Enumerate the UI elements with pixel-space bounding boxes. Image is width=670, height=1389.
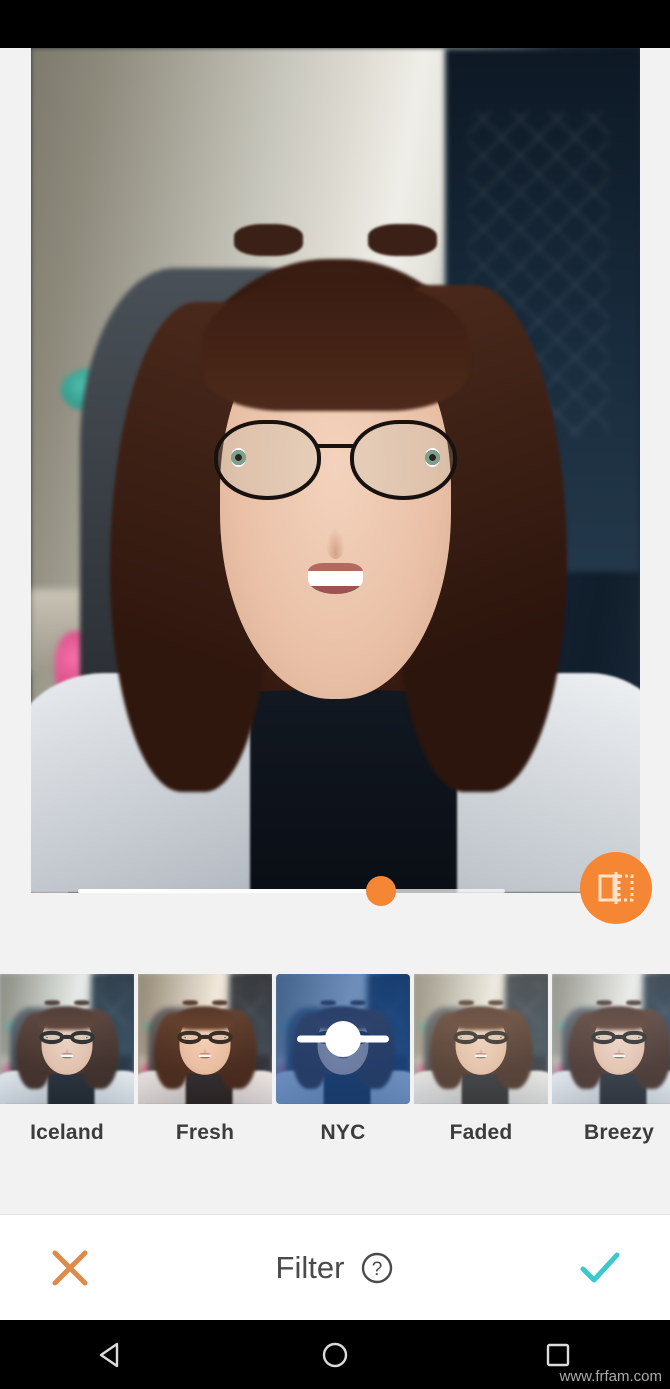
edited-photo[interactable] bbox=[31, 48, 640, 893]
svg-text:?: ? bbox=[372, 1259, 383, 1280]
filter-label: Fresh bbox=[175, 1121, 235, 1144]
photo-canvas bbox=[0, 48, 670, 924]
filter-thumbnail-selected[interactable] bbox=[276, 974, 410, 1104]
confirm-check-icon bbox=[580, 1252, 620, 1282]
help-button[interactable]: ? bbox=[360, 1251, 394, 1285]
filter-label: NYC bbox=[320, 1121, 366, 1144]
android-nav-bar: www.frfam.com bbox=[0, 1320, 670, 1389]
cancel-button[interactable] bbox=[0, 1245, 140, 1291]
compare-before-after-button[interactable] bbox=[580, 852, 652, 924]
filter-thumbnail[interactable] bbox=[414, 974, 548, 1104]
nav-back-button[interactable] bbox=[0, 1338, 223, 1372]
home-circle-icon bbox=[322, 1342, 348, 1367]
action-bar: Filter ? bbox=[0, 1214, 670, 1320]
mini-slider-thumb[interactable] bbox=[325, 1021, 361, 1057]
nyc-strength-slider[interactable] bbox=[297, 1021, 389, 1057]
filter-tone-overlay bbox=[0, 974, 134, 1104]
filter-item-iceland[interactable]: Iceland bbox=[0, 974, 134, 1154]
filter-thumbnail[interactable] bbox=[0, 974, 134, 1104]
filter-intensity-slider[interactable] bbox=[78, 876, 505, 906]
confirm-button[interactable] bbox=[530, 1245, 670, 1291]
filter-tone-overlay bbox=[138, 974, 272, 1104]
compare-before-after-icon bbox=[598, 872, 634, 904]
filter-thumbnail[interactable] bbox=[552, 974, 670, 1104]
page-title: Filter bbox=[275, 1249, 345, 1285]
filter-tone-overlay bbox=[414, 974, 548, 1104]
filter-label: Breezy bbox=[583, 1121, 655, 1144]
filter-tone-overlay bbox=[552, 974, 670, 1104]
filter-item-fresh[interactable]: Fresh bbox=[138, 974, 272, 1154]
site-watermark: www.frfam.com bbox=[559, 1368, 662, 1385]
nav-home-button[interactable] bbox=[223, 1338, 446, 1372]
nav-recents-button[interactable] bbox=[447, 1338, 670, 1372]
filter-item-nyc[interactable]: NYC bbox=[276, 974, 410, 1154]
action-bar-center: Filter ? bbox=[140, 1250, 530, 1286]
status-bar bbox=[0, 0, 670, 48]
phone-screen: Iceland Fresh NYC Faded Breezy Filter ? … bbox=[0, 0, 670, 1389]
photo-scene bbox=[31, 48, 640, 893]
eyeglasses bbox=[213, 419, 458, 501]
help-question-icon: ? bbox=[362, 1252, 393, 1283]
cancel-x-icon bbox=[52, 1250, 88, 1285]
slider-thumb[interactable] bbox=[366, 876, 397, 906]
recents-square-icon bbox=[547, 1343, 570, 1366]
filter-label: Faded bbox=[449, 1121, 513, 1144]
back-triangle-icon bbox=[99, 1342, 118, 1367]
filter-item-breezy[interactable]: Breezy bbox=[552, 974, 670, 1154]
slider-fill bbox=[78, 889, 382, 893]
filter-item-faded[interactable]: Faded bbox=[414, 974, 548, 1154]
filter-label: Iceland bbox=[30, 1121, 104, 1144]
filter-thumbnail[interactable] bbox=[138, 974, 272, 1104]
filter-thumbnail-strip[interactable]: Iceland Fresh NYC Faded Breezy bbox=[0, 974, 670, 1154]
